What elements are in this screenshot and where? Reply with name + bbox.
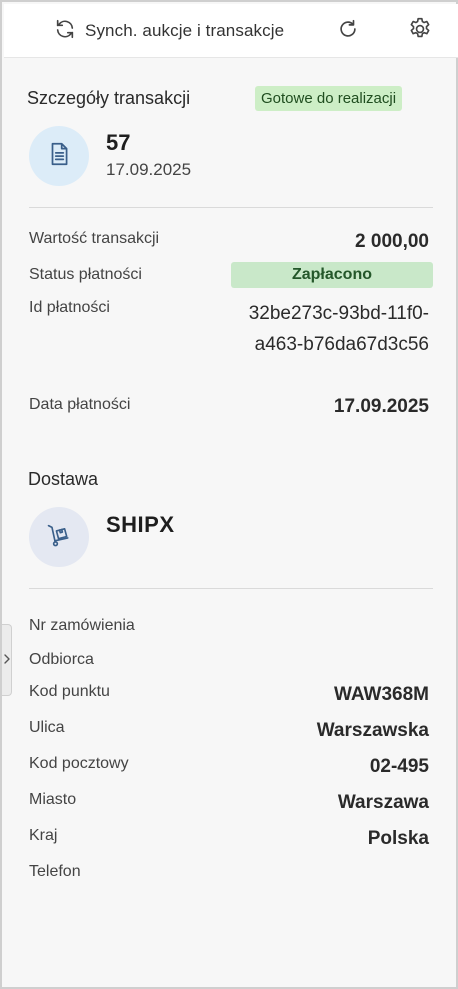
- payment-date: 17.09.2025: [333, 396, 429, 417]
- delivery-title: Dostawa: [28, 469, 99, 489]
- postal-code-label: Kod pocztowy: [29, 755, 129, 772]
- hand-truck-icon: [45, 521, 73, 554]
- sync-auctions-button[interactable]: Synch. aukcje i transakcje: [54, 17, 284, 45]
- chevron-right-icon: [3, 651, 10, 669]
- settings-button[interactable]: [406, 17, 434, 45]
- payment-id-label: Id płatności: [29, 299, 110, 316]
- country-label: Kraj: [29, 827, 58, 844]
- point-code-label: Kod punktu: [29, 683, 110, 700]
- recipient-label: Odbiorca: [29, 651, 94, 668]
- collapse-panel-handle[interactable]: [2, 624, 12, 696]
- postal-code: 02-495: [369, 756, 429, 777]
- street-label: Ulica: [29, 719, 65, 736]
- document-icon: [46, 141, 72, 172]
- sync-label: Synch. aukcje i transakcje: [85, 21, 285, 40]
- phone-label: Telefon: [29, 863, 81, 880]
- point-code: WAW368M: [333, 684, 429, 705]
- refresh-button[interactable]: [334, 17, 362, 45]
- order-number-label: Nr zamówienia: [29, 617, 135, 634]
- payment-date-label: Data płatności: [29, 396, 131, 413]
- carrier-name: SHIPX: [106, 512, 175, 537]
- payment-status-label: Status płatności: [29, 266, 142, 283]
- toolbar: Synch. aukcje i transakcje: [4, 4, 458, 58]
- transaction-avatar: [29, 126, 89, 186]
- gear-icon: [407, 16, 433, 47]
- divider: [29, 207, 433, 208]
- divider: [29, 588, 433, 589]
- status-badge: Gotowe do realizacji: [255, 86, 403, 111]
- sync-icon: [54, 18, 76, 45]
- transaction-number: 57: [106, 130, 131, 155]
- payment-id: 32be273c-93bd-11f0-a463-b76da67d3c56: [248, 303, 429, 355]
- transaction-details-title: Szczegóły transakcji: [27, 88, 191, 108]
- refresh-icon: [337, 18, 359, 45]
- panel: Synch. aukcje i transakcje Szczegóły tra…: [0, 0, 458, 989]
- transaction-value: 2 000,00: [355, 231, 429, 252]
- street: Warszawska: [316, 720, 429, 741]
- transaction-date: 17.09.2025: [106, 160, 192, 179]
- delivery-avatar: [29, 507, 89, 567]
- city: Warszawa: [337, 792, 429, 813]
- city-label: Miasto: [29, 791, 77, 808]
- transaction-value-label: Wartość transakcji: [29, 230, 160, 247]
- payment-status-badge: Zapłacono: [231, 262, 433, 288]
- country: Polska: [367, 828, 429, 849]
